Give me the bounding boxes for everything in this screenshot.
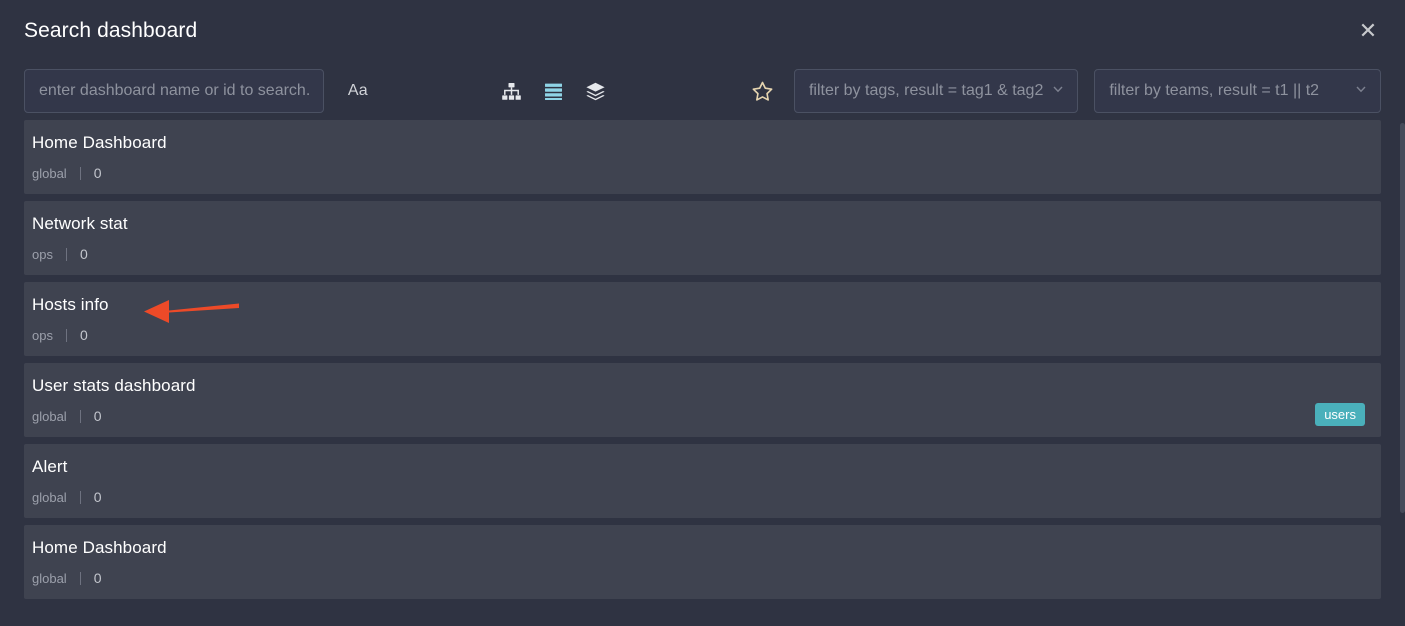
list-item-scope: global bbox=[32, 489, 67, 505]
meta-separator bbox=[79, 490, 81, 504]
list-item-title: Hosts info bbox=[32, 295, 109, 314]
list-item-scope: ops bbox=[32, 246, 53, 262]
list-item-count: 0 bbox=[79, 327, 88, 343]
search-dashboard-modal: Search dashboard ✕ Aa bbox=[0, 0, 1405, 626]
close-icon[interactable]: ✕ bbox=[1353, 16, 1383, 46]
list-item[interactable]: Home Dashboard global 0 bbox=[24, 525, 1381, 599]
list-item-count: 0 bbox=[93, 570, 102, 586]
list-item[interactable]: Home Dashboard global 0 bbox=[24, 120, 1381, 194]
list-item-count: 0 bbox=[93, 165, 102, 181]
chevron-down-icon bbox=[1354, 82, 1368, 101]
meta-separator bbox=[79, 571, 81, 585]
list-item[interactable]: Alert global 0 bbox=[24, 444, 1381, 518]
list-item-main: Home Dashboard global 0 bbox=[32, 132, 167, 181]
list-item-title: User stats dashboard bbox=[32, 376, 196, 395]
list-item[interactable]: User stats dashboard global 0 users bbox=[24, 363, 1381, 437]
search-toolbar: Aa bbox=[0, 62, 1405, 120]
status-badge[interactable]: users bbox=[1315, 402, 1365, 426]
search-input[interactable] bbox=[24, 69, 324, 113]
view-mode-group bbox=[499, 79, 608, 104]
filter-by-tags-select[interactable]: filter by tags, result = tag1 & tag2 bbox=[793, 69, 1079, 113]
list-item-title: Network stat bbox=[32, 214, 128, 233]
chevron-down-icon bbox=[1051, 82, 1065, 101]
list-item-meta: global 0 bbox=[32, 165, 167, 181]
modal-header: Search dashboard ✕ bbox=[0, 0, 1405, 62]
layers-icon[interactable] bbox=[583, 79, 608, 104]
list-item-count: 0 bbox=[79, 246, 88, 262]
list-item-meta: ops 0 bbox=[32, 327, 109, 343]
list-item-meta: global 0 bbox=[32, 570, 167, 586]
list-item-meta: global 0 bbox=[32, 408, 196, 424]
list-item-scope: ops bbox=[32, 327, 53, 343]
list-item-main: Alert global 0 bbox=[32, 456, 102, 505]
list-item-meta: ops 0 bbox=[32, 246, 128, 262]
list-item-main: Hosts info ops 0 bbox=[32, 294, 109, 343]
meta-separator bbox=[79, 409, 81, 423]
filter-by-teams-select[interactable]: filter by teams, result = t1 || t2 bbox=[1094, 69, 1381, 113]
list-item-title: Home Dashboard bbox=[32, 133, 167, 152]
scrollbar-thumb[interactable] bbox=[1400, 123, 1405, 513]
meta-separator bbox=[79, 166, 81, 180]
dashboard-results-list: Home Dashboard global 0 Network stat ops 0 Hos… bbox=[0, 120, 1405, 626]
case-sensitivity-toggle[interactable]: Aa bbox=[342, 78, 374, 104]
list-item-scope: global bbox=[32, 165, 67, 181]
filter-by-teams-placeholder: filter by teams, result = t1 || t2 bbox=[1109, 82, 1320, 99]
list-item[interactable]: Network stat ops 0 bbox=[24, 201, 1381, 275]
list-icon[interactable] bbox=[541, 79, 566, 104]
list-item-main: User stats dashboard global 0 bbox=[32, 375, 196, 424]
list-item-scope: global bbox=[32, 408, 67, 424]
list-item-title: Home Dashboard bbox=[32, 538, 167, 557]
sitemap-icon[interactable] bbox=[499, 79, 524, 104]
list-item[interactable]: Hosts info ops 0 bbox=[24, 282, 1381, 356]
list-item-main: Network stat ops 0 bbox=[32, 213, 128, 262]
star-icon[interactable] bbox=[749, 78, 776, 105]
list-item-main: Home Dashboard global 0 bbox=[32, 537, 167, 586]
list-item-count: 0 bbox=[93, 408, 102, 424]
list-item-scope: global bbox=[32, 570, 67, 586]
meta-separator bbox=[65, 247, 67, 261]
list-item-count: 0 bbox=[93, 489, 102, 505]
filter-by-tags-placeholder: filter by tags, result = tag1 & tag2 bbox=[808, 82, 1044, 99]
list-item-meta: global 0 bbox=[32, 489, 102, 505]
meta-separator bbox=[65, 328, 67, 342]
page-title: Search dashboard bbox=[24, 19, 198, 42]
list-item-title: Alert bbox=[32, 457, 68, 476]
